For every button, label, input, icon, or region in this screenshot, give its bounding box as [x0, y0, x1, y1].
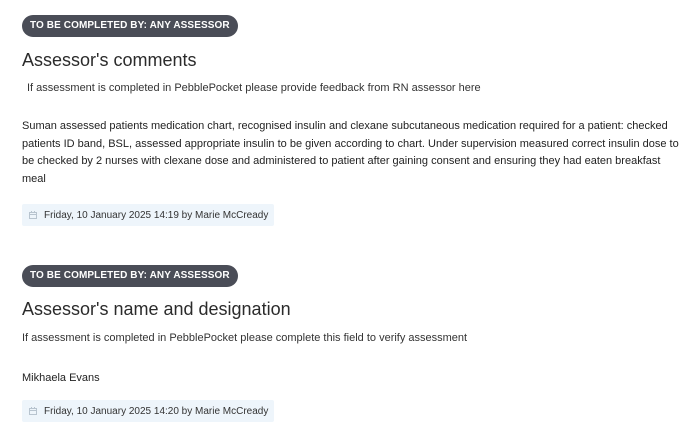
timestamp-text: Friday, 10 January 2025 14:20 by Marie M… [44, 405, 269, 417]
calendar-icon [29, 211, 37, 219]
section-hint: If assessment is completed in PebblePock… [22, 332, 468, 344]
calendar-icon [29, 407, 37, 415]
section-title: Assessor's name and designation [22, 299, 291, 319]
assessor-comment-text: Suman assessed patients medication chart… [22, 120, 679, 185]
timestamp-badge: Friday, 10 January 2025 14:20 by Marie M… [22, 400, 275, 422]
section-hint: If assessment is completed in PebblePock… [27, 82, 481, 94]
timestamp-badge: Friday, 10 January 2025 14:19 by Marie M… [22, 204, 275, 226]
completed-by-badge: TO BE COMPLETED BY: ANY ASSESSOR [22, 15, 238, 37]
assessment-page: TO BE COMPLETED BY: ANY ASSESSOR Assesso… [0, 0, 692, 434]
assessor-name-text: Mikhaela Evans [22, 372, 100, 384]
completed-by-badge: TO BE COMPLETED BY: ANY ASSESSOR [22, 265, 238, 287]
timestamp-text: Friday, 10 January 2025 14:19 by Marie M… [44, 209, 269, 221]
section-title: Assessor's comments [22, 50, 197, 70]
